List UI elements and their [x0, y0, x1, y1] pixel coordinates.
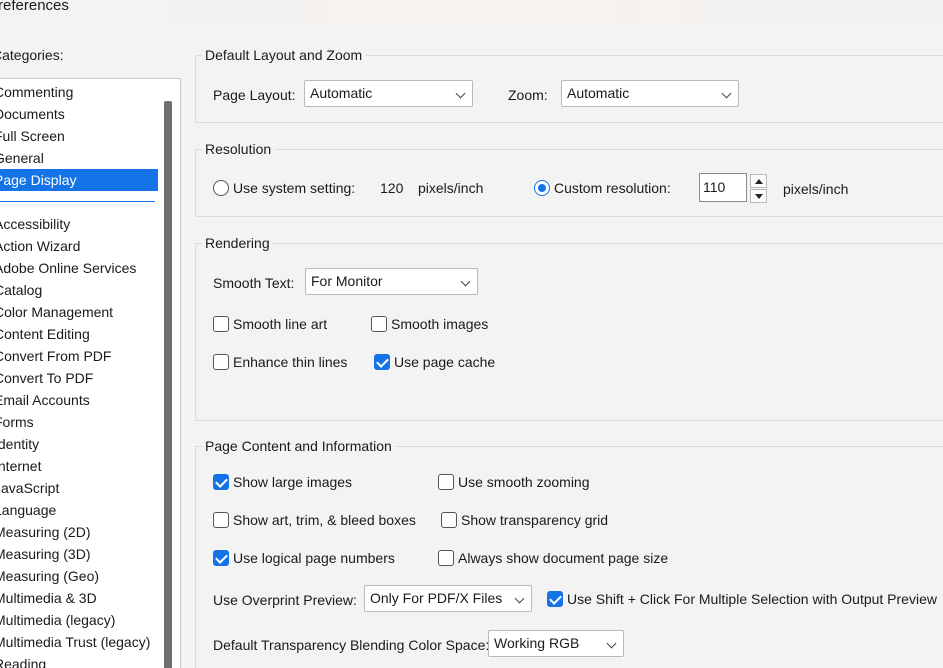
enhance-thin-lines-label: Enhance thin lines [233, 354, 348, 370]
category-full-screen[interactable]: Full Screen [0, 125, 158, 147]
arrow-up-icon [755, 179, 763, 184]
custom-resolution-input[interactable]: 110 [699, 173, 747, 202]
system-resolution-unit: pixels/inch [418, 180, 484, 196]
category-convert-from-pdf[interactable]: Convert From PDF [0, 345, 158, 367]
chevron-down-icon [514, 593, 525, 604]
system-resolution-value: 120 [380, 180, 404, 196]
zoom-dropdown[interactable]: Automatic [561, 80, 739, 107]
use-logical-page-numbers-label: Use logical page numbers [233, 550, 395, 566]
category-internet[interactable]: Internet [0, 455, 158, 477]
show-transparency-grid-label: Show transparency grid [461, 512, 609, 528]
overprint-preview-dropdown[interactable]: Only For PDF/X Files [364, 585, 532, 612]
shift-click-selection-checkbox[interactable] [547, 591, 563, 607]
smooth-text-label: Smooth Text: [213, 275, 295, 291]
category-accessibility[interactable]: Accessibility [0, 213, 158, 235]
chevron-down-icon [460, 276, 471, 287]
custom-resolution-label: Custom resolution: [554, 180, 671, 196]
show-art-trim-label: Show art, trim, & bleed boxes [233, 512, 416, 528]
layout-zoom-title: Default Layout and Zoom [202, 47, 366, 63]
category-identity[interactable]: Identity [0, 433, 158, 455]
category-separator [0, 201, 155, 202]
category-general[interactable]: General [0, 147, 158, 169]
arrow-down-icon [755, 194, 763, 199]
category-multimedia-legacy[interactable]: Multimedia (legacy) [0, 609, 158, 631]
chevron-down-icon [606, 638, 617, 649]
blending-color-space-value: Working RGB [494, 635, 580, 651]
category-measuring-geo[interactable]: Measuring (Geo) [0, 565, 158, 587]
blending-color-space-label: Default Transparency Blending Color Spac… [213, 637, 490, 653]
category-measuring-3d[interactable]: Measuring (3D) [0, 543, 158, 565]
overprint-preview-value: Only For PDF/X Files [370, 590, 503, 606]
page-content-title: Page Content and Information [202, 438, 395, 454]
smooth-images-label: Smooth images [391, 316, 489, 332]
category-email-accounts[interactable]: Email Accounts [0, 389, 158, 411]
show-art-trim-checkbox[interactable] [213, 512, 229, 528]
show-transparency-grid-checkbox[interactable] [441, 512, 457, 528]
custom-resolution-radio[interactable] [534, 180, 550, 196]
categories-scrollbar-thumb[interactable] [164, 101, 172, 668]
category-color-management[interactable]: Color Management [0, 301, 158, 323]
rendering-title: Rendering [202, 235, 273, 251]
use-smooth-zooming-checkbox[interactable] [438, 474, 454, 490]
always-show-doc-size-label: Always show document page size [458, 550, 669, 566]
smooth-line-art-label: Smooth line art [233, 316, 328, 332]
category-content-editing[interactable]: Content Editing [0, 323, 158, 345]
category-measuring-2d[interactable]: Measuring (2D) [0, 521, 158, 543]
title-bar: Preferences [0, 0, 943, 24]
resolution-title: Resolution [202, 141, 275, 157]
system-setting-label: Use system setting: [233, 180, 356, 196]
category-language[interactable]: Language [0, 499, 158, 521]
category-documents[interactable]: Documents [0, 103, 158, 125]
custom-resolution-unit: pixels/inch [783, 181, 849, 197]
zoom-value: Automatic [567, 85, 630, 101]
category-page-display[interactable]: Page Display [0, 169, 158, 191]
zoom-label: Zoom: [508, 87, 548, 103]
page-layout-value: Automatic [310, 85, 373, 101]
smooth-text-dropdown[interactable]: For Monitor [305, 268, 478, 295]
resolution-decrement-button[interactable] [750, 189, 767, 203]
use-logical-page-numbers-checkbox[interactable] [213, 550, 229, 566]
overprint-preview-label: Use Overprint Preview: [213, 592, 357, 608]
category-action-wizard[interactable]: Action Wizard [0, 235, 158, 257]
smooth-images-checkbox[interactable] [371, 316, 387, 332]
category-multimedia-trust-legacy[interactable]: Multimedia Trust (legacy) [0, 631, 158, 653]
system-setting-radio[interactable] [213, 180, 229, 196]
blending-color-space-dropdown[interactable]: Working RGB [488, 630, 624, 657]
window-title: Preferences [0, 0, 69, 14]
smooth-text-value: For Monitor [311, 273, 383, 289]
use-page-cache-label: Use page cache [394, 354, 496, 370]
smooth-line-art-checkbox[interactable] [213, 316, 229, 332]
category-commenting[interactable]: Commenting [0, 81, 158, 103]
show-large-images-label: Show large images [233, 474, 353, 490]
page-layout-dropdown[interactable]: Automatic [304, 80, 473, 107]
always-show-doc-size-checkbox[interactable] [438, 550, 454, 566]
chevron-down-icon [721, 88, 732, 99]
page-layout-label: Page Layout: [213, 87, 296, 103]
categories-list[interactable]: Commenting Documents Full Screen General… [0, 78, 181, 668]
shift-click-selection-label: Use Shift + Click For Multiple Selection… [567, 591, 937, 607]
use-smooth-zooming-label: Use smooth zooming [458, 474, 590, 490]
category-convert-to-pdf[interactable]: Convert To PDF [0, 367, 158, 389]
show-large-images-checkbox[interactable] [213, 474, 229, 490]
category-multimedia-3d[interactable]: Multimedia & 3D [0, 587, 158, 609]
use-page-cache-checkbox[interactable] [374, 354, 390, 370]
category-catalog[interactable]: Catalog [0, 279, 158, 301]
chevron-down-icon [455, 88, 466, 99]
category-adobe-online-services[interactable]: Adobe Online Services [0, 257, 158, 279]
category-forms[interactable]: Forms [0, 411, 158, 433]
resolution-increment-button[interactable] [750, 174, 767, 188]
enhance-thin-lines-checkbox[interactable] [213, 354, 229, 370]
categories-label: Categories: [0, 47, 64, 63]
category-reading[interactable]: Reading [0, 653, 158, 668]
category-javascript[interactable]: JavaScript [0, 477, 158, 499]
